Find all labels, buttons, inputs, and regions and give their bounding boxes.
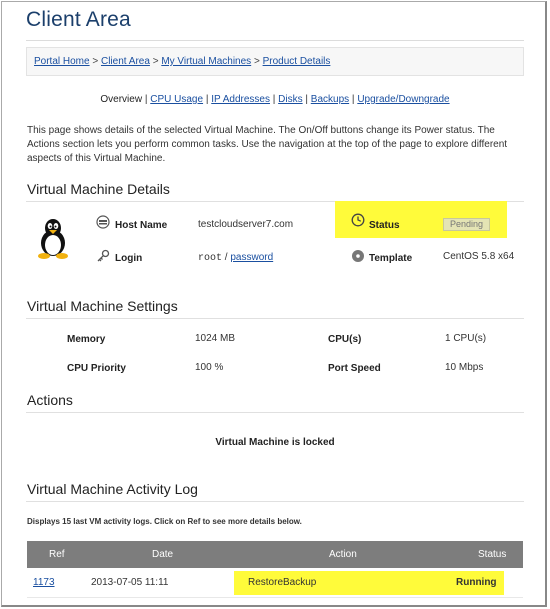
linux-penguin-logo [38,219,68,259]
activity-log-divider [26,501,524,502]
subnav-upgrade-downgrade[interactable]: Upgrade/Downgrade [357,94,449,105]
intro-text: This page shows details of the selected … [27,125,508,164]
activity-log-note: Displays 15 last VM activity logs. Click… [27,517,302,526]
activity-log-table-header: Ref Date Action Status [27,541,523,568]
actions-divider [26,412,524,413]
template-value: CentOS 5.8 x64 [443,251,515,262]
breadcrumb-separator: > [92,56,99,67]
status-badge: Pending [443,218,490,231]
login-username: root [198,253,223,264]
breadcrumb: Portal Home > Client Area > My Virtual M… [26,47,524,76]
table-row: 1173 2013-07-05 11:11 RestoreBackup Runn… [27,568,523,598]
subnav-separator: | [351,94,355,105]
login-separator: / [224,252,228,263]
log-ref-link[interactable]: 1173 [33,577,55,588]
login-label: Login [115,253,143,264]
memory-value: 1024 MB [195,333,236,344]
subnav-backups[interactable]: Backups [311,94,349,105]
password-link[interactable]: password [230,252,273,263]
actions-heading: Actions [27,392,73,408]
subnav-separator: | [144,94,148,105]
subnav-separator: | [205,94,209,105]
page-title: Client Area [26,8,131,31]
status-label: Status [369,220,400,231]
column-status: Status [478,549,507,560]
subnav-separator: | [305,94,308,105]
vm-locked-message: Virtual Machine is locked [215,437,335,448]
breadcrumb-client-area[interactable]: Client Area [101,56,150,67]
host-name-value: testcloudserver7.com [198,219,294,230]
vm-subnav: Overview | CPU Usage | IP Addresses | Di… [0,94,550,105]
settings-heading: Virtual Machine Settings [27,298,178,314]
breadcrumb-my-virtual-machines[interactable]: My Virtual Machines [161,56,251,67]
details-heading: Virtual Machine Details [27,181,170,197]
log-date: 2013-07-05 11:11 [91,577,169,588]
port-speed-label: Port Speed [328,363,381,374]
cpu-priority-label: CPU Priority [67,363,126,374]
breadcrumb-separator: > [253,56,260,67]
port-speed-value: 10 Mbps [445,362,484,373]
cpus-label: CPU(s) [328,334,362,345]
host-name-label: Host Name [115,220,168,231]
disc-icon [352,250,364,262]
subnav-overview[interactable]: Overview [100,94,142,105]
activity-log-heading: Virtual Machine Activity Log [27,481,198,497]
breadcrumb-product-details[interactable]: Product Details [263,56,331,67]
column-action: Action [329,549,357,560]
server-icon [96,215,110,229]
settings-divider [26,318,524,319]
subnav-disks[interactable]: Disks [278,94,302,105]
memory-label: Memory [67,334,106,345]
cpu-priority-value: 100 % [195,362,224,373]
log-action: RestoreBackup [248,577,317,588]
subnav-separator: | [272,94,276,105]
key-icon [97,249,110,262]
subnav-cpu-usage[interactable]: CPU Usage [150,94,203,105]
template-label: Template [369,253,413,264]
subnav-ip-addresses[interactable]: IP Addresses [211,94,270,105]
title-divider [26,40,524,41]
breadcrumb-portal-home[interactable]: Portal Home [34,56,90,67]
breadcrumb-separator: > [152,56,159,67]
cpus-value: 1 CPU(s) [445,333,487,344]
column-ref: Ref [49,549,65,560]
log-status: Running [456,577,497,588]
column-date: Date [152,549,174,560]
clock-icon [351,213,365,227]
login-value: root / password [198,252,273,264]
